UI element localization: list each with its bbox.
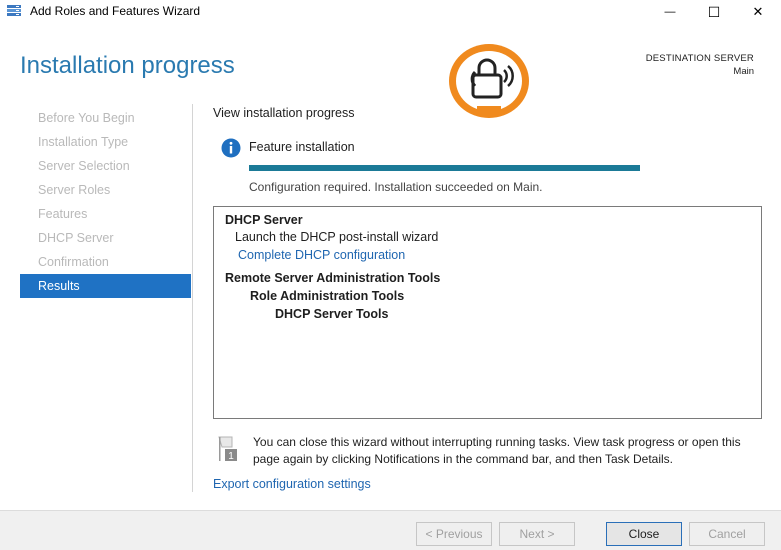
flag-notification-icon: 1 [218, 436, 237, 462]
sidebar-item-label: Server Roles [38, 183, 111, 197]
section-label: View installation progress [213, 106, 355, 120]
window-title: Add Roles and Features Wizard [30, 4, 201, 18]
destination-server-label: DESTINATION SERVER [645, 53, 754, 64]
installation-progress-bar [249, 165, 640, 171]
sidebar-item-label: Confirmation [38, 255, 109, 269]
sidebar-item-features[interactable]: Features [20, 202, 191, 226]
sidebar-item-installation-type[interactable]: Installation Type [20, 130, 191, 154]
progress-fill [249, 165, 640, 171]
sidebar-item-confirmation[interactable]: Confirmation [20, 250, 191, 274]
sidebar-item-label: Server Selection [38, 159, 130, 173]
close-button[interactable]: Close [606, 522, 682, 546]
sidebar-item-server-selection[interactable]: Server Selection [20, 154, 191, 178]
sidebar-item-label: Features [38, 207, 88, 221]
complete-dhcp-configuration-link[interactable]: Complete DHCP configuration [238, 248, 405, 262]
notification-badge: 1 [228, 451, 234, 462]
minimize-icon: — [664, 6, 676, 18]
server-manager-icon [7, 5, 21, 16]
result-dhcp-server: DHCP Server [225, 213, 303, 227]
wizard-steps-nav: Before You Begin Installation Type Serve… [20, 106, 191, 298]
nav-divider [192, 104, 193, 492]
maximize-icon: ☐ [707, 3, 721, 20]
result-dhcp-server-tools: DHCP Server Tools [275, 307, 389, 321]
result-launch-wizard-text: Launch the DHCP post-install wizard [235, 230, 439, 244]
title-bar: Add Roles and Features Wizard — ☐ ✕ [0, 0, 781, 24]
cancel-button[interactable]: Cancel [689, 522, 765, 546]
sidebar-item-label: Installation Type [38, 135, 129, 149]
minimize-button[interactable]: — [648, 0, 692, 24]
close-window-button[interactable]: ✕ [736, 0, 780, 24]
next-button[interactable]: Next > [499, 522, 575, 546]
maximize-button[interactable]: ☐ [692, 0, 736, 24]
sidebar-item-server-roles[interactable]: Server Roles [20, 178, 191, 202]
page-title: Installation progress [20, 52, 235, 79]
export-configuration-link[interactable]: Export configuration settings [213, 477, 371, 491]
installation-status-text: Configuration required. Installation suc… [249, 180, 543, 194]
watermark-logo [449, 44, 529, 118]
sidebar-item-label: Before You Begin [38, 111, 135, 125]
sidebar-item-dhcp-server[interactable]: DHCP Server [20, 226, 191, 250]
sidebar-item-results[interactable]: Results [20, 274, 191, 298]
previous-button[interactable]: < Previous [416, 522, 492, 546]
sidebar-item-label: Results [38, 279, 80, 293]
close-icon: ✕ [752, 4, 764, 19]
result-role-admin-tools: Role Administration Tools [250, 289, 405, 303]
close-wizard-note: You can close this wizard without interr… [253, 435, 741, 466]
results-panel: DHCP Server Launch the DHCP post-install… [213, 206, 762, 419]
info-icon [221, 138, 241, 158]
sidebar-item-before-you-begin[interactable]: Before You Begin [20, 106, 191, 130]
destination-server-value: Main [733, 66, 754, 77]
result-rsat: Remote Server Administration Tools [225, 271, 441, 285]
wizard-footer: < Previous Next > Close Cancel [0, 510, 781, 550]
sidebar-item-label: DHCP Server [38, 231, 114, 245]
feature-installation-label: Feature installation [249, 140, 355, 154]
